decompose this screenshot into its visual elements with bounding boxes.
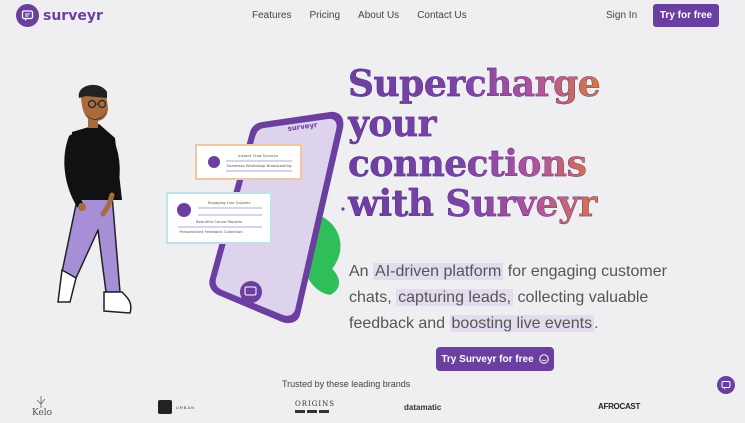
brand-logo-afrocast: AFROCAST bbox=[598, 402, 641, 411]
brand-urban-mark bbox=[158, 400, 172, 414]
nav-link-about[interactable]: About Us bbox=[358, 10, 399, 21]
person-illustration bbox=[57, 84, 132, 314]
brand-logo-origins: ORIGINS bbox=[295, 400, 335, 413]
phone-chat-icon bbox=[240, 281, 262, 303]
card2-line2: Personalized Feedback Collection bbox=[179, 229, 243, 234]
highlight-capturing-leads: capturing leads, bbox=[396, 289, 514, 306]
headline-line-1: Supercharge bbox=[348, 63, 601, 105]
sign-in-link[interactable]: Sign In bbox=[606, 10, 637, 21]
card1-line: Seamless WhatsApp Broadcasting bbox=[227, 163, 292, 168]
feature-card-live-quizzes: Engaging Live Quizzes Beautiful Canva Re… bbox=[166, 192, 272, 244]
brand-origins-text: ORIGINS bbox=[295, 400, 336, 408]
card2-line1: Beautiful Canva Reports bbox=[196, 219, 242, 224]
chat-bubble-icon bbox=[721, 380, 730, 389]
headline-line-2: your bbox=[348, 103, 437, 145]
trusted-by-heading: Trusted by these leading brands bbox=[282, 379, 411, 389]
card1-title: Instant Chat Surveys bbox=[238, 153, 278, 158]
hero-subtitle: An AI-driven platform for engaging custo… bbox=[349, 259, 689, 337]
hero-illustration: surveyr Instant Chat Surveys Seamless Wh… bbox=[57, 84, 345, 324]
headline-line-3: connections bbox=[348, 143, 587, 185]
feature-card-chat-surveys: Instant Chat Surveys Seamless WhatsApp B… bbox=[195, 144, 302, 180]
brand-logo-kelo: Kelo bbox=[30, 394, 52, 422]
try-surveyr-cta-button[interactable]: Try Surveyr for free bbox=[436, 347, 554, 371]
smiley-icon bbox=[538, 354, 549, 364]
cta-label: Try Surveyr for free bbox=[441, 353, 534, 365]
nav-link-contact[interactable]: Contact Us bbox=[417, 10, 466, 21]
brand-kelo-text: Kelo bbox=[32, 408, 53, 418]
subtitle-text: An bbox=[349, 263, 374, 280]
subtitle-text: . bbox=[594, 315, 599, 332]
try-for-free-button[interactable]: Try for free bbox=[653, 4, 719, 27]
chat-widget-button[interactable] bbox=[717, 376, 735, 394]
brand-urban-text: URBAN bbox=[176, 404, 196, 410]
highlight-live-events: boosting live events bbox=[449, 315, 595, 332]
headline-line-4: with Surveyr bbox=[348, 183, 598, 225]
card2-title: Engaging Live Quizzes bbox=[208, 200, 251, 205]
brand-logo-urban: URBAN bbox=[158, 400, 195, 414]
hero-headline: Supercharge your connections with Survey… bbox=[348, 63, 601, 225]
brand-logo-datamatic: datamatic bbox=[404, 403, 442, 412]
highlight-ai-platform: AI-driven platform bbox=[373, 263, 504, 280]
